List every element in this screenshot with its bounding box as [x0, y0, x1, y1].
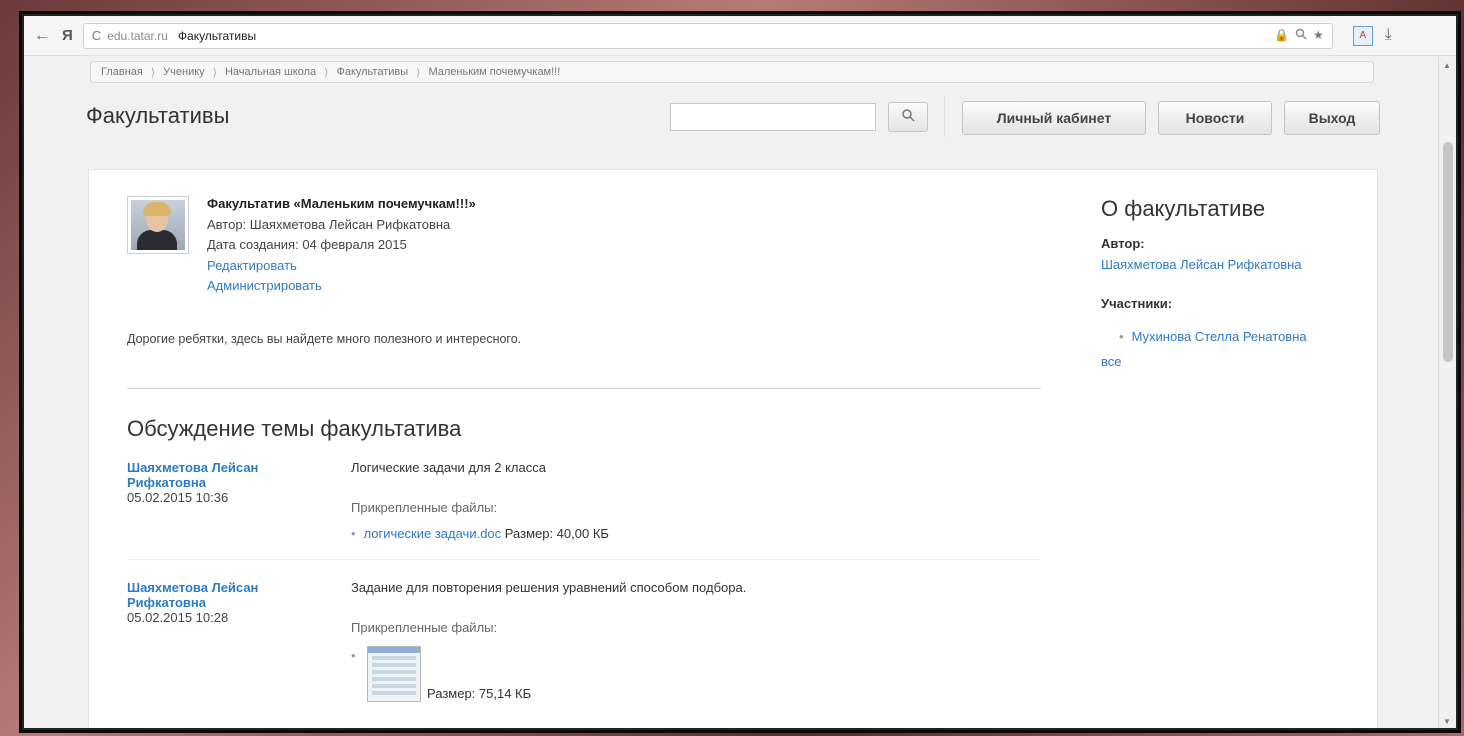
download-icon[interactable]: ⤓	[1385, 26, 1392, 46]
post-author-block: Шаяхметова Лейсан Рифкатовна 05.02.2015 …	[127, 460, 307, 505]
breadcrumb-separator: ⟩	[212, 66, 217, 79]
post-author-block: Шаяхметова Лейсан Рифкатовна 05.02.2015 …	[127, 580, 307, 625]
member-link[interactable]: Мухинова Стелла Ренатовна	[1132, 329, 1307, 344]
administer-link[interactable]: Администрировать	[207, 278, 322, 293]
attached-image-thumbnail[interactable]	[367, 646, 421, 702]
member-item: • Мухинова Стелла Ренатовна	[1119, 329, 1361, 344]
news-button[interactable]: Новости	[1158, 101, 1272, 135]
attached-files-label: Прикрепленные файлы:	[351, 500, 498, 515]
post-author-line1: Шаяхметова Лейсан	[127, 460, 259, 475]
back-arrow-icon[interactable]: ←	[32, 27, 52, 45]
breadcrumb-item-current: Маленьким почемучкам!!!	[428, 66, 561, 78]
breadcrumb-separator: ⟩	[324, 66, 329, 79]
search-button[interactable]	[888, 102, 928, 132]
breadcrumb-item-home[interactable]: Главная	[101, 66, 143, 78]
post-author-name[interactable]: Шаяхметова Лейсан Рифкатовна	[127, 580, 307, 610]
course-card: Факультатив «Маленьким почемучкам!!!» Ав…	[88, 169, 1378, 728]
scroll-up-icon[interactable]: ▲	[1443, 61, 1451, 70]
author-avatar[interactable]	[127, 196, 189, 254]
post-author-line2: Рифкатовна	[127, 595, 206, 610]
sidebar-author-label: Автор:	[1101, 236, 1145, 251]
scroll-down-icon[interactable]: ▼	[1443, 717, 1451, 726]
post-author-name[interactable]: Шаяхметова Лейсан Рифкатовна	[127, 460, 307, 490]
edit-link[interactable]: Редактировать	[207, 258, 297, 273]
avatar-photo	[131, 200, 185, 250]
reload-icon[interactable]: C	[92, 28, 101, 43]
bullet-icon: •	[351, 648, 356, 663]
post-text: Логические задачи для 2 класса	[351, 460, 546, 475]
course-created-date: Дата создания: 04 февраля 2015	[207, 237, 407, 252]
course-title: Факультатив «Маленьким почемучкам!!!»	[207, 196, 476, 211]
post-author-line2: Рифкатовна	[127, 475, 206, 490]
personal-cabinet-button[interactable]: Личный кабинет	[962, 101, 1146, 135]
breadcrumb-item-primary-school[interactable]: Начальная школа	[225, 66, 316, 78]
breadcrumb-separator: ⟩	[150, 66, 156, 79]
all-members-link[interactable]: все	[1101, 354, 1122, 369]
search-input[interactable]	[670, 103, 876, 131]
breadcrumb: Главная ⟩ Ученику ⟩ Начальная школа ⟩ Фа…	[90, 61, 1374, 83]
address-page-title: Факультативы	[177, 28, 257, 43]
course-description: Дорогие ребятки, здесь вы найдете много …	[127, 332, 522, 346]
address-bar[interactable]: C edu.tatar.ru Факультативы 🔒 ★	[82, 22, 1333, 49]
page-title: Факультативы	[86, 103, 230, 128]
bullet-icon: •	[351, 526, 356, 541]
page-content: Главная ⟩ Ученику ⟩ Начальная школа ⟩ Фа…	[24, 57, 1438, 728]
attached-file-link[interactable]: логические задачи.doc	[364, 526, 502, 541]
course-author: Автор: Шаяхметова Лейсан Рифкатовна	[207, 216, 451, 232]
bookmark-star-icon[interactable]: ★	[1313, 28, 1324, 43]
course-sidebar: О факультативе Автор: Шаяхметова Лейсан …	[1101, 196, 1361, 369]
sidebar-title: О факультативе	[1101, 196, 1266, 221]
browser-toolbar: ← Я C edu.tatar.ru Факультативы 🔒 ★ A ⤓	[24, 16, 1456, 56]
page-scrollbar[interactable]: ▲ ▼	[1438, 57, 1456, 728]
attached-file-size: Размер: 75,14 КБ	[427, 686, 532, 701]
scrollbar-thumb[interactable]	[1443, 142, 1453, 362]
exit-button[interactable]: Выход	[1284, 101, 1380, 135]
search-icon	[901, 108, 915, 127]
attached-file-size: Размер: 40,00 КБ	[504, 526, 609, 541]
browser-window: ← Я C edu.tatar.ru Факультативы 🔒 ★ A ⤓ …	[22, 14, 1458, 730]
address-domain: edu.tatar.ru	[107, 28, 168, 43]
sidebar-author-link[interactable]: Шаяхметова Лейсан Рифкатовна	[1101, 257, 1302, 272]
bullet-icon: •	[1119, 329, 1124, 344]
course-info: Факультатив «Маленьким почемучкам!!!» Ав…	[207, 194, 476, 297]
divider	[127, 388, 1041, 389]
zoom-icon[interactable]	[1295, 28, 1307, 43]
discussion-post: Шаяхметова Лейсан Рифкатовна 05.02.2015 …	[127, 460, 1041, 560]
discussion-post: Шаяхметова Лейсан Рифкатовна 05.02.2015 …	[127, 580, 1041, 728]
lock-icon: 🔒	[1274, 28, 1290, 42]
breadcrumb-item-electives[interactable]: Факультативы	[336, 66, 408, 78]
post-date: 05.02.2015 10:36	[127, 490, 229, 505]
translate-extension-icon[interactable]: A	[1352, 25, 1373, 46]
attached-file: • логические задачи.doc Размер: 40,00 КБ	[351, 526, 609, 541]
header-divider	[944, 97, 945, 137]
post-date: 05.02.2015 10:28	[127, 610, 229, 625]
yandex-logo-icon[interactable]: Я	[62, 27, 73, 44]
breadcrumb-item-student[interactable]: Ученику	[163, 66, 205, 78]
discussion-title: Обсуждение темы факультатива	[127, 416, 462, 441]
post-text: Задание для повторения решения уравнений…	[351, 580, 747, 595]
sidebar-members-label: Участники:	[1101, 296, 1173, 311]
attached-files-label: Прикрепленные файлы:	[351, 620, 498, 635]
post-author-line1: Шаяхметова Лейсан	[127, 580, 259, 595]
breadcrumb-separator: ⟩	[416, 66, 421, 79]
